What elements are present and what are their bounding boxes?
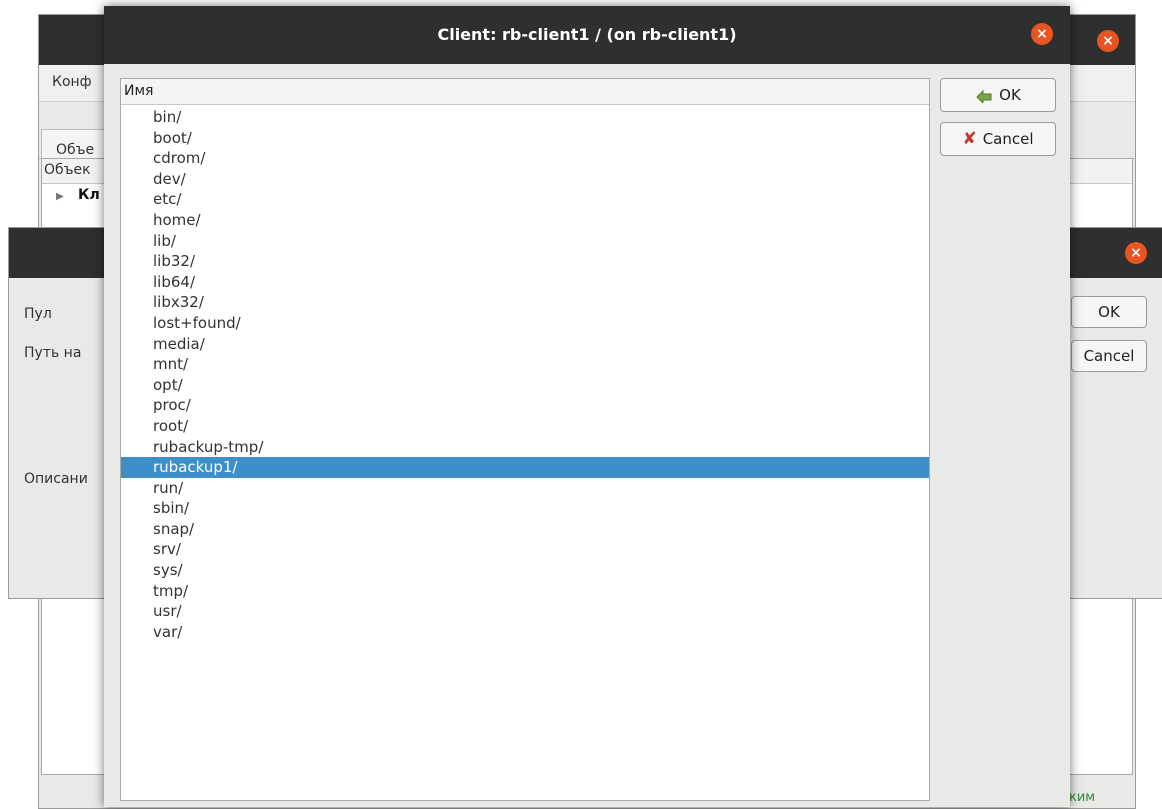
pool-label: Пул (24, 306, 52, 322)
directory-row[interactable]: dev/ (121, 169, 929, 190)
directory-row[interactable]: usr/ (121, 601, 929, 622)
client-browse-titlebar[interactable]: Client: rb-client1 / (on rb-client1) (104, 6, 1070, 64)
directory-row[interactable]: etc/ (121, 189, 929, 210)
directory-row[interactable]: lib64/ (121, 272, 929, 293)
path-label: Путь на (24, 345, 82, 361)
directory-row[interactable]: srv/ (121, 539, 929, 560)
dialog-close-icon[interactable]: × (1031, 23, 1053, 45)
main-window-close-icon[interactable]: × (1097, 30, 1119, 52)
task-dialog-ok-label: OK (1098, 303, 1120, 321)
directory-row[interactable]: lib/ (121, 231, 929, 252)
dialog-title: Client: rb-client1 / (on rb-client1) (437, 25, 737, 44)
task-dialog-cancel-button[interactable]: Cancel (1071, 340, 1147, 372)
directory-list[interactable]: Имя bin/boot/cdrom/dev/etc/home/lib/lib3… (120, 78, 930, 801)
client-browse-dialog: Client: rb-client1 / (on rb-client1) × И… (104, 6, 1070, 807)
objects-tree-header-label: Объек (44, 162, 91, 178)
directory-row[interactable]: snap/ (121, 519, 929, 540)
directory-row[interactable]: var/ (121, 622, 929, 643)
ok-button[interactable]: OK (940, 78, 1056, 112)
task-dialog-close-icon[interactable]: × (1125, 242, 1147, 264)
directory-row[interactable]: bin/ (121, 107, 929, 128)
menu-item-config[interactable]: Конф (52, 74, 92, 90)
directory-row[interactable]: lost+found/ (121, 313, 929, 334)
ok-button-label: OK (999, 86, 1021, 104)
task-dialog-ok-button[interactable]: OK (1071, 296, 1147, 328)
directory-row[interactable]: home/ (121, 210, 929, 231)
directory-row[interactable]: rubackup1/ (121, 457, 929, 478)
directory-row[interactable]: media/ (121, 334, 929, 355)
column-header-name[interactable]: Имя (121, 79, 929, 105)
expand-arrow-icon[interactable]: ▶ (56, 191, 64, 202)
cancel-button[interactable]: ✘ Cancel (940, 122, 1056, 156)
status-text: ким (1069, 790, 1096, 805)
tab-objects-label: Объе (56, 142, 95, 158)
directory-row[interactable]: rubackup-tmp/ (121, 437, 929, 458)
tree-row-label[interactable]: Кл (78, 187, 100, 203)
directory-row[interactable]: run/ (121, 478, 929, 499)
description-label: Описани (24, 471, 88, 487)
directory-row[interactable]: boot/ (121, 128, 929, 149)
directory-row[interactable]: cdrom/ (121, 148, 929, 169)
directory-row[interactable]: mnt/ (121, 354, 929, 375)
column-header-label: Имя (124, 83, 154, 99)
directory-row[interactable]: lib32/ (121, 251, 929, 272)
directory-row[interactable]: tmp/ (121, 581, 929, 602)
cancel-x-icon: ✘ (962, 129, 977, 149)
directory-rows: bin/boot/cdrom/dev/etc/home/lib/lib32/li… (121, 107, 929, 642)
directory-row[interactable]: sys/ (121, 560, 929, 581)
directory-row[interactable]: root/ (121, 416, 929, 437)
directory-row[interactable]: libx32/ (121, 292, 929, 313)
ok-arrow-icon (976, 89, 992, 103)
cancel-button-label: Cancel (982, 130, 1034, 148)
directory-row[interactable]: proc/ (121, 395, 929, 416)
directory-row[interactable]: opt/ (121, 375, 929, 396)
directory-row[interactable]: sbin/ (121, 498, 929, 519)
task-dialog-cancel-label: Cancel (1083, 347, 1135, 365)
